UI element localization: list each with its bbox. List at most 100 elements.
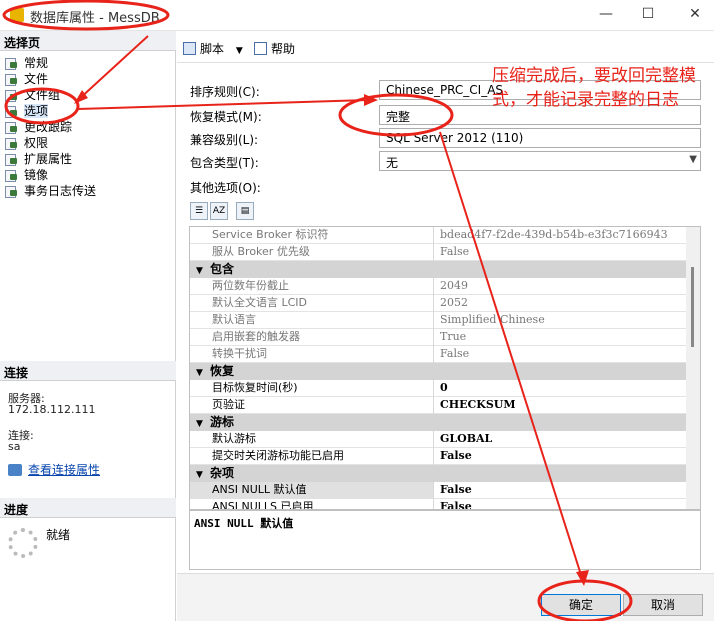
grid-row[interactable]: Service Broker 标识符 bdead4f7-f2de-439d-b54…: [190, 227, 687, 244]
grid-row[interactable]: 页验证 CHECKSUM: [190, 397, 687, 414]
grid-row-name: 服从 Broker 优先级: [190, 244, 434, 261]
grid-row-value[interactable]: GLOBAL: [436, 431, 492, 448]
recovery-model-value: 完整: [386, 110, 411, 124]
grid-row-value[interactable]: 2049: [436, 278, 468, 295]
script-label: 脚本: [200, 42, 225, 56]
grid-category[interactable]: ▼ 恢复: [190, 363, 687, 380]
view-connection-properties-link[interactable]: 查看连接属性: [8, 461, 100, 478]
grid-row-name: 提交时关闭游标功能已启用: [190, 448, 434, 465]
page-item[interactable]: 更改跟踪: [4, 118, 164, 134]
toolbar: 脚本 ▼ 帮助: [177, 31, 714, 63]
page-icon: [4, 137, 18, 150]
ok-button[interactable]: 确定: [541, 594, 621, 616]
grid-row[interactable]: 转换干扰词 False: [190, 346, 687, 363]
compatibility-level-label: 兼容级别(L):: [190, 133, 259, 147]
alphabetical-sort-icon[interactable]: AZ: [210, 202, 228, 220]
options-page: 排序规则(C): Chinese_PRC_CI_AS 恢复模式(M): 完整 兼…: [177, 63, 714, 573]
grid-row[interactable]: ANSI NULLS 已启用 False: [190, 499, 687, 509]
containment-type-combo[interactable]: 无 ▼: [379, 151, 701, 171]
page-item-label: 常规: [24, 56, 49, 70]
grid-row-value[interactable]: bdead4f7-f2de-439d-b54b-e3f3c7166943: [436, 227, 668, 244]
grid-category-label: 恢复: [210, 364, 235, 378]
page-item[interactable]: 事务日志传送: [4, 182, 164, 198]
grid-row-value[interactable]: False: [436, 482, 472, 499]
property-grid-toolbar: ☰ AZ ▤: [190, 202, 256, 222]
chevron-down-icon: ▼: [689, 154, 697, 165]
page-item[interactable]: 扩展属性: [4, 150, 164, 166]
select-page-header: 选择页: [0, 31, 176, 51]
scrollbar-thumb[interactable]: [691, 267, 694, 347]
grid-row-name: 页验证: [190, 397, 434, 414]
connection-value: sa: [8, 440, 21, 453]
page-icon: [4, 73, 18, 86]
grid-row[interactable]: ANSI NULL 默认值 False: [190, 482, 687, 499]
close-button[interactable]: ✕: [685, 6, 705, 22]
page-item-label: 权限: [24, 136, 49, 150]
page-item[interactable]: 文件: [4, 70, 164, 86]
grid-row[interactable]: 默认游标 GLOBAL: [190, 431, 687, 448]
grid-row-value[interactable]: False: [436, 346, 469, 363]
maximize-button[interactable]: ☐: [638, 6, 658, 22]
page-icon: [4, 89, 18, 102]
grid-row-name: 目标恢复时间(秒): [190, 380, 434, 397]
title-bar: 数据库属性 - MessDB — ☐ ✕: [0, 0, 714, 31]
page-item[interactable]: 权限: [4, 134, 164, 150]
grid-row[interactable]: 默认语言 Simplified Chinese: [190, 312, 687, 329]
grid-row[interactable]: 两位数年份截止 2049: [190, 278, 687, 295]
grid-category-label: 包含: [210, 262, 235, 276]
grid-row[interactable]: 服从 Broker 优先级 False: [190, 244, 687, 261]
properties-icon: [8, 464, 22, 476]
grid-scrollbar[interactable]: [686, 227, 700, 509]
grid-row-value[interactable]: True: [436, 329, 466, 346]
compatibility-level-combo[interactable]: SQL Server 2012 (110): [379, 128, 701, 148]
minimize-button[interactable]: —: [596, 6, 616, 22]
progress-header: 进度: [0, 498, 176, 518]
grid-category[interactable]: ▼ 包含: [190, 261, 687, 278]
grid-row-name: 默认语言: [190, 312, 434, 329]
collation-value: Chinese_PRC_CI_AS: [386, 83, 504, 97]
window-title: 数据库属性 - MessDB: [30, 11, 160, 26]
page-item-label: 事务日志传送: [24, 184, 97, 198]
page-item[interactable]: 选项: [4, 102, 164, 118]
recovery-model-label: 恢复模式(M):: [190, 110, 262, 124]
page-icon: [4, 153, 18, 166]
grid-row[interactable]: 提交时关闭游标功能已启用 False: [190, 448, 687, 465]
page-item-label: 更改跟踪: [24, 120, 73, 134]
property-pages-icon[interactable]: ▤: [236, 202, 254, 220]
grid-category[interactable]: ▼ 游标: [190, 414, 687, 431]
grid-row-name: ANSI NULL 默认值: [190, 482, 434, 499]
page-item-label: 选项: [24, 104, 49, 118]
grid-row-value[interactable]: False: [436, 499, 472, 509]
grid-row[interactable]: 启用嵌套的触发器 True: [190, 329, 687, 346]
grid-row-value[interactable]: False: [436, 244, 469, 261]
property-grid: Service Broker 标识符 bdead4f7-f2de-439d-b54…: [189, 226, 701, 510]
cancel-button[interactable]: 取消: [623, 594, 703, 616]
button-bar: 确定 取消: [177, 573, 714, 621]
categorized-view-icon[interactable]: ☰: [190, 202, 208, 220]
help-button[interactable]: 帮助: [254, 40, 295, 57]
grid-row-value[interactable]: False: [436, 448, 472, 465]
property-description: ANSI NULL 默认值: [189, 510, 701, 570]
grid-row-value[interactable]: CHECKSUM: [436, 397, 516, 414]
grid-row-value[interactable]: 2052: [436, 295, 468, 312]
grid-row-name: 默认全文语言 LCID: [190, 295, 434, 312]
left-panel: 选择页 常规 文件 文件组 选项 更改跟踪 权限 扩展属性 镜像 事务日志传送 连接 服务器: …: [0, 31, 176, 621]
page-item-label: 文件: [24, 72, 49, 86]
grid-category-label: 游标: [210, 415, 235, 429]
page-item[interactable]: 镜像: [4, 166, 164, 182]
grid-row-value[interactable]: 0: [436, 380, 448, 397]
grid-row-value[interactable]: Simplified Chinese: [436, 312, 545, 329]
compatibility-level-value: SQL Server 2012 (110): [386, 131, 524, 145]
page-item[interactable]: 文件组: [4, 86, 164, 102]
page-icon: [4, 169, 18, 182]
grid-row-name: 两位数年份截止: [190, 278, 434, 295]
grid-category[interactable]: ▼ 杂项: [190, 465, 687, 482]
script-button[interactable]: 脚本 ▼: [183, 40, 243, 57]
page-item[interactable]: 常规: [4, 54, 164, 70]
page-item-label: 文件组: [24, 88, 61, 102]
progress-status: 就绪: [46, 528, 71, 542]
chevron-down-icon[interactable]: ▼: [236, 46, 243, 56]
grid-row[interactable]: 目标恢复时间(秒) 0: [190, 380, 687, 397]
grid-row[interactable]: 默认全文语言 LCID 2052: [190, 295, 687, 312]
grid-row-name: Service Broker 标识符: [190, 227, 434, 244]
